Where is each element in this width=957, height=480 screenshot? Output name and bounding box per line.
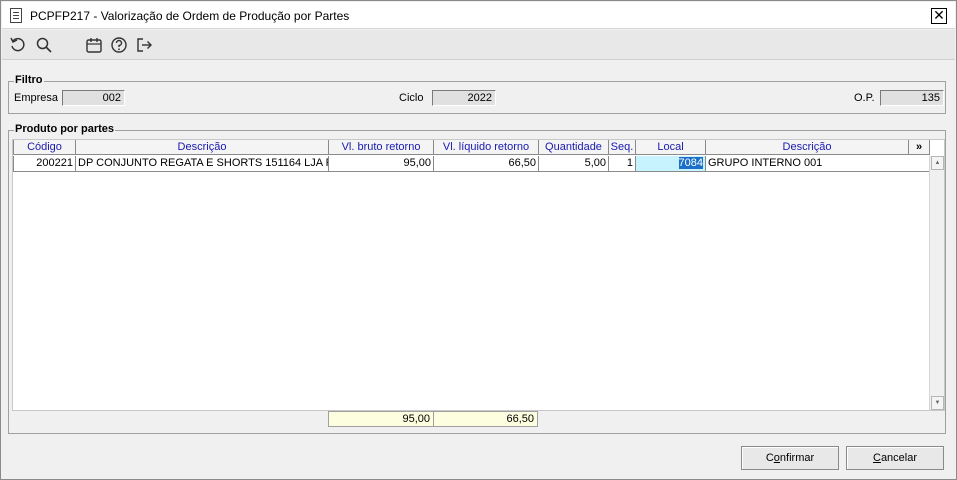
- close-button[interactable]: ✕: [931, 8, 947, 24]
- more-columns-button[interactable]: »: [909, 140, 930, 155]
- cell-vl-bruto[interactable]: 95,00: [329, 156, 434, 172]
- help-icon[interactable]: [110, 36, 128, 54]
- filtro-legend: Filtro: [14, 74, 44, 86]
- total-vl-bruto: 95,00: [328, 411, 434, 427]
- empresa-field[interactable]: 002: [62, 90, 125, 106]
- title-bar: PCPFP217 - Valorização de Ordem de Produ…: [2, 2, 955, 29]
- col-header-local[interactable]: Local: [636, 140, 706, 155]
- col-header-local-descricao[interactable]: Descrição: [706, 140, 909, 155]
- col-header-seq[interactable]: Seq.: [609, 140, 636, 155]
- produto-legend: Produto por partes: [14, 123, 116, 135]
- col-header-descricao[interactable]: Descrição: [76, 140, 329, 155]
- cell-codigo[interactable]: 200221: [13, 156, 76, 172]
- confirmar-label-pre: C: [765, 452, 774, 464]
- cell-quantidade[interactable]: 5,00: [539, 156, 609, 172]
- grid-header: Código Descrição Vl. bruto retorno Vl. l…: [13, 140, 944, 156]
- toolbar: [2, 30, 955, 60]
- calendar-icon[interactable]: [85, 36, 103, 54]
- col-header-vl-liquido[interactable]: Vl. líquido retorno: [434, 140, 539, 155]
- exit-icon[interactable]: [135, 36, 153, 54]
- refresh-icon[interactable]: [9, 36, 27, 54]
- cancelar-label-post: ancelar: [880, 452, 918, 464]
- document-icon: [10, 8, 22, 23]
- col-header-codigo[interactable]: Código: [13, 140, 76, 155]
- op-label: O.P.: [854, 92, 875, 104]
- ciclo-label: Ciclo: [399, 92, 424, 104]
- cell-local-descricao[interactable]: GRUPO INTERNO 001: [706, 156, 929, 172]
- total-vl-liquido: 66,50: [433, 411, 538, 427]
- empresa-label: Empresa: [14, 92, 59, 104]
- col-header-quantidade[interactable]: Quantidade: [539, 140, 609, 155]
- produto-grid: Código Descrição Vl. bruto retorno Vl. l…: [12, 139, 945, 411]
- confirmar-label-post: nfirmar: [779, 452, 815, 464]
- cell-vl-liquido[interactable]: 66,50: [434, 156, 539, 172]
- ciclo-field[interactable]: 2022: [432, 90, 496, 106]
- cell-local[interactable]: 7084: [636, 156, 706, 172]
- scroll-up-icon[interactable]: ▲: [931, 156, 944, 170]
- cell-seq[interactable]: 1: [609, 156, 636, 172]
- op-field[interactable]: 135: [880, 90, 944, 106]
- cancelar-label-accel: C: [872, 452, 881, 464]
- cell-descricao[interactable]: DP CONJUNTO REGATA E SHORTS 151164 LJA P: [76, 156, 329, 172]
- main-window: PCPFP217 - Valorização de Ordem de Produ…: [0, 0, 957, 480]
- search-icon[interactable]: [35, 36, 53, 54]
- confirmar-button[interactable]: Confirmar: [741, 446, 839, 470]
- col-header-vl-bruto[interactable]: Vl. bruto retorno: [329, 140, 434, 155]
- scroll-down-icon[interactable]: ▼: [931, 396, 944, 410]
- cancelar-button[interactable]: Cancelar: [846, 446, 944, 470]
- window-title: PCPFP217 - Valorização de Ordem de Produ…: [30, 9, 350, 23]
- vertical-scrollbar[interactable]: ▲ ▼: [929, 156, 944, 410]
- cell-local-value[interactable]: 7084: [678, 157, 703, 169]
